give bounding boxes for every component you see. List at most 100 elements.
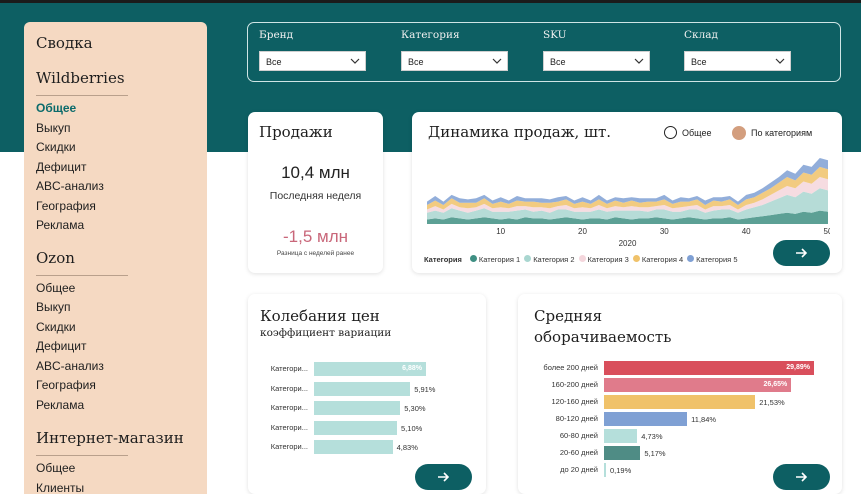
bar-category-label: до 20 дней <box>560 465 598 474</box>
sales-value: 10,4 млн <box>281 163 350 182</box>
option-by-category[interactable]: По категориям <box>732 126 812 140</box>
bar <box>604 412 688 426</box>
sidebar-nav: Сводка Wildberries Общее Выкуп Скидки Дефици… <box>24 22 207 494</box>
legend-title: Категория <box>424 255 462 264</box>
filter-category-label: Категория <box>401 29 460 41</box>
radio-empty-icon <box>664 126 677 139</box>
sales-dynamics-card: Динамика продаж, шт. Общее По категориям… <box>412 112 842 273</box>
bar-category-label: Категори... <box>270 422 308 432</box>
arrow-right-icon <box>438 472 450 482</box>
category-select[interactable]: Все <box>401 51 508 71</box>
sidebar-item[interactable]: Выкуп <box>36 119 195 139</box>
prices-title: Колебания цен <box>260 307 380 325</box>
sidebar-item[interactable]: Реклама <box>36 216 195 236</box>
bar-row: 120-160 дней 21,53% <box>518 395 838 409</box>
filter-sku: SKU Все <box>543 29 653 71</box>
bar-row: Категори... 5,30% <box>248 401 478 415</box>
x-tick-label: 10 <box>496 227 505 236</box>
turnover-card: Средняя оборачиваемость более 200 дней 29,… <box>518 294 842 494</box>
bar-category-label: 160-200 дней <box>551 380 599 389</box>
sidebar-group-title[interactable]: Интернет-магазин <box>36 429 195 447</box>
bar-category-label: 80-120 дней <box>555 414 598 423</box>
filter-panel: Бренд Все Категория Все SKU Все Склад Вс… <box>247 22 841 82</box>
chevron-down-icon <box>492 58 502 64</box>
sidebar-item[interactable]: Скидки <box>36 318 195 338</box>
sidebar-item[interactable]: Реклама <box>36 396 195 416</box>
sidebar-item[interactable]: ABC-анализ <box>36 177 195 197</box>
bar-value-label: 5,30% <box>404 404 426 413</box>
sales-value-caption: Последняя неделя <box>269 190 362 202</box>
brand-select-value: Все <box>266 57 282 67</box>
sidebar-item[interactable]: География <box>36 376 195 396</box>
bar <box>604 463 606 477</box>
bar <box>604 429 638 443</box>
filter-brand: Бренд Все <box>259 29 369 71</box>
legend-swatch <box>632 255 640 262</box>
sidebar-item[interactable]: Выкуп <box>36 298 195 318</box>
turnover-details-button[interactable] <box>773 464 830 490</box>
bar-row: Категори... 5,91% <box>248 381 478 396</box>
category-select-value: Все <box>408 57 424 67</box>
bar-category-label: Категори... <box>270 403 308 412</box>
bar-category-label: 20-60 дней <box>559 448 598 457</box>
sidebar-item[interactable]: Скидки <box>36 138 195 158</box>
turnover-title-line2: оборачиваемость <box>534 328 672 346</box>
dynamics-details-button[interactable] <box>773 240 830 266</box>
turnover-title-line1: Средняя <box>534 307 603 325</box>
bar-row: Категори... 5,10% <box>248 420 478 435</box>
bar: 26,65% <box>604 378 792 392</box>
sales-delta-caption: Разница с неделей ранее <box>276 250 355 257</box>
legend-label: Категория 3 <box>587 255 629 264</box>
sidebar-item[interactable]: Общее <box>36 99 195 119</box>
sales-delta: -1,5 млн <box>282 227 348 246</box>
legend-label: Категория 5 <box>696 255 738 264</box>
bar <box>314 420 398 435</box>
sku-select[interactable]: Все <box>543 51 650 71</box>
bar-row: более 200 дней 29,89% <box>518 361 838 375</box>
x-tick-label: 50 <box>824 227 830 236</box>
sidebar-divider <box>36 274 128 276</box>
bar <box>314 381 411 396</box>
bar-value-label: 21,53% <box>759 398 785 407</box>
chevron-down-icon <box>350 58 360 64</box>
legend-label: Категория 2 <box>533 255 575 264</box>
sidebar-item[interactable]: Дефицит <box>36 158 195 178</box>
sidebar-item[interactable]: Общее <box>36 459 195 479</box>
dynamics-legend: Категория Категория 1 Категория 2 Категори… <box>424 255 738 264</box>
chevron-down-icon <box>634 58 644 64</box>
sidebar-item[interactable]: ABC-анализ <box>36 357 195 377</box>
x-tick-label: 20 <box>578 227 587 236</box>
option-total-label: Общее <box>682 127 712 138</box>
arrow-right-icon <box>796 472 808 482</box>
legend-swatch <box>469 255 477 262</box>
sidebar-item[interactable]: Дефицит <box>36 337 195 357</box>
sidebar-group-title[interactable]: Ozon <box>36 249 195 267</box>
sidebar-item[interactable]: Общее <box>36 279 195 299</box>
sidebar-title[interactable]: Сводка <box>36 34 195 52</box>
bar-value-label: 29,89% <box>786 364 810 371</box>
bar-category-label: Категори... <box>270 383 308 393</box>
sku-select-value: Все <box>550 57 566 67</box>
bar-value-label: 26,65% <box>763 381 788 388</box>
brand-select[interactable]: Все <box>259 51 366 71</box>
arrow-right-icon <box>796 248 808 258</box>
bar-row: Категори... 4,83% <box>248 440 478 454</box>
bar-row: 80-120 дней 11,84% <box>518 412 838 426</box>
sidebar-item[interactable]: Клиенты <box>36 479 195 494</box>
filter-warehouse: Склад Все <box>684 29 794 71</box>
option-total[interactable]: Общее <box>664 126 711 139</box>
sidebar-item[interactable]: География <box>36 197 195 217</box>
filter-brand-label: Бренд <box>259 29 294 41</box>
x-tick-label: 40 <box>742 227 751 236</box>
sidebar-group-title[interactable]: Wildberries <box>36 69 195 87</box>
legend-swatch <box>578 255 586 262</box>
bar-value-label: 6,88% <box>402 365 422 372</box>
legend-label: Категория 4 <box>641 255 684 264</box>
bar-value-label: 4,83% <box>396 443 418 452</box>
window-top-edge <box>0 0 861 3</box>
bar-row: Категори... 6,88% <box>248 362 478 376</box>
prices-details-button[interactable] <box>415 464 472 490</box>
warehouse-select-value: Все <box>691 57 707 67</box>
bar-category-label: Категори... <box>270 364 308 373</box>
warehouse-select[interactable]: Все <box>684 51 791 71</box>
